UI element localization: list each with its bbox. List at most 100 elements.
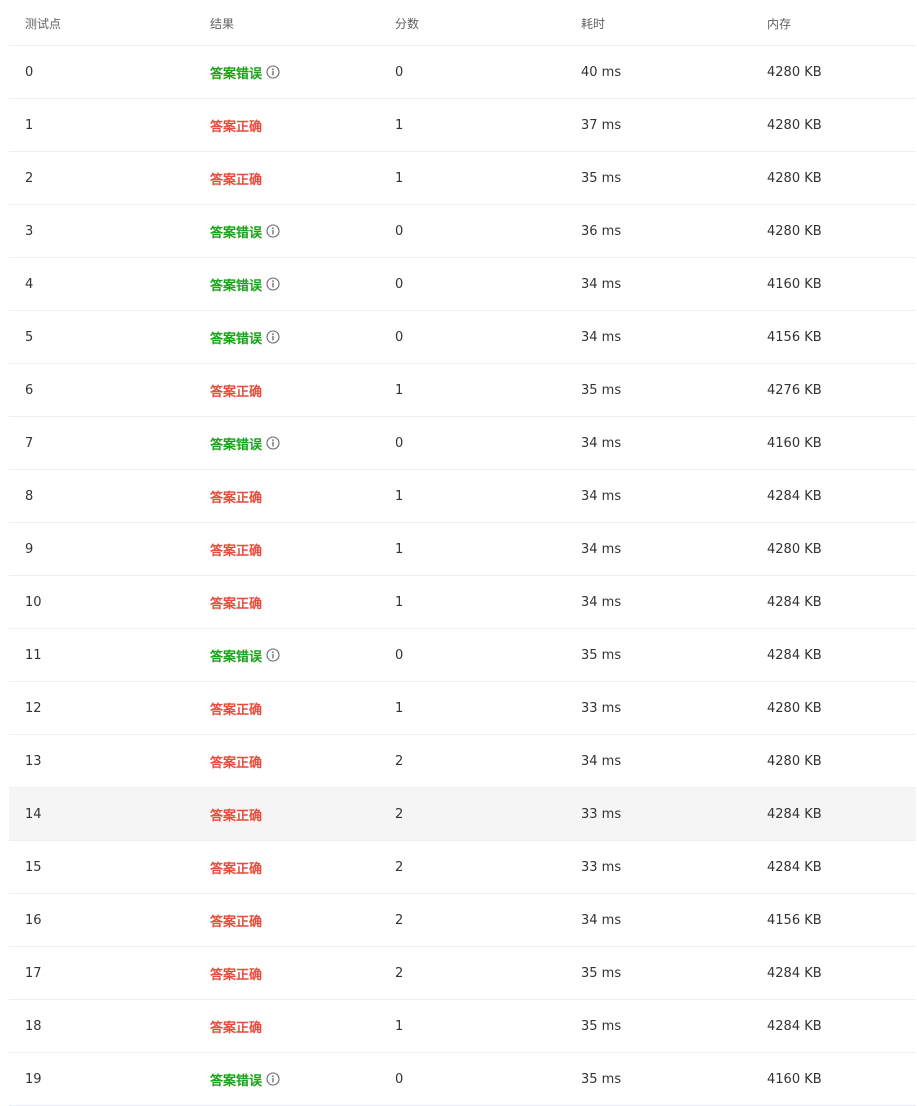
- test-point-id: 1: [25, 117, 34, 133]
- table-row: 6 答案正确 1 35 ms 4276 KB: [9, 364, 916, 417]
- score-cell: 1: [395, 117, 404, 133]
- result-cell: 答案正确: [210, 523, 262, 575]
- memory-cell: 4280 KB: [767, 223, 822, 239]
- table-row: 12 答案正确 1 33 ms 4280 KB: [9, 682, 916, 735]
- status-correct: 答案正确: [210, 119, 263, 135]
- info-icon[interactable]: [266, 65, 280, 79]
- status-correct: 答案正确: [210, 172, 263, 188]
- time-cell: 35 ms: [581, 1071, 622, 1087]
- result-cell: 答案错误: [210, 629, 280, 681]
- score-cell: 2: [395, 965, 404, 981]
- info-icon[interactable]: [266, 1072, 280, 1086]
- test-point-id: 16: [25, 912, 42, 928]
- status-wrong: 答案错误: [210, 278, 263, 294]
- status-wrong: 答案错误: [210, 437, 263, 453]
- result-cell: 答案错误: [210, 1053, 280, 1105]
- table-row: 14 答案正确 2 33 ms 4284 KB: [9, 788, 916, 841]
- result-cell: 答案正确: [210, 947, 262, 999]
- status-correct: 答案正确: [210, 755, 263, 771]
- result-cell: 答案正确: [210, 364, 262, 416]
- status-correct: 答案正确: [210, 1020, 263, 1036]
- memory-cell: 4280 KB: [767, 170, 822, 186]
- result-cell: 答案正确: [210, 788, 262, 840]
- result-cell: 答案错误: [210, 417, 280, 469]
- memory-cell: 4284 KB: [767, 1018, 822, 1034]
- status-correct: 答案正确: [210, 861, 263, 877]
- time-cell: 34 ms: [581, 488, 622, 504]
- status-wrong: 答案错误: [210, 649, 263, 665]
- info-icon[interactable]: [266, 224, 280, 238]
- table-row: 7 答案错误 0 34 ms 4160 KB: [9, 417, 916, 470]
- memory-cell: 4284 KB: [767, 594, 822, 610]
- score-cell: 0: [395, 329, 404, 345]
- status-correct: 答案正确: [210, 967, 263, 983]
- score-cell: 1: [395, 594, 404, 610]
- time-cell: 33 ms: [581, 700, 622, 716]
- memory-cell: 4284 KB: [767, 859, 822, 875]
- table-row: 8 答案正确 1 34 ms 4284 KB: [9, 470, 916, 523]
- info-icon[interactable]: [266, 648, 280, 662]
- memory-cell: 4284 KB: [767, 806, 822, 822]
- score-cell: 1: [395, 170, 404, 186]
- header-result: 结果: [210, 17, 235, 31]
- memory-cell: 4276 KB: [767, 382, 822, 398]
- time-cell: 34 ms: [581, 276, 622, 292]
- test-point-id: 15: [25, 859, 42, 875]
- test-point-id: 19: [25, 1071, 42, 1087]
- memory-cell: 4280 KB: [767, 753, 822, 769]
- test-point-id: 0: [25, 64, 34, 80]
- status-correct: 答案正确: [210, 914, 263, 930]
- test-point-id: 2: [25, 170, 34, 186]
- test-point-id: 14: [25, 806, 42, 822]
- table-row: 9 答案正确 1 34 ms 4280 KB: [9, 523, 916, 576]
- score-cell: 0: [395, 647, 404, 663]
- table-row: 17 答案正确 2 35 ms 4284 KB: [9, 947, 916, 1000]
- memory-cell: 4284 KB: [767, 647, 822, 663]
- memory-cell: 4156 KB: [767, 912, 822, 928]
- info-icon[interactable]: [266, 277, 280, 291]
- score-cell: 0: [395, 223, 404, 239]
- result-cell: 答案正确: [210, 894, 262, 946]
- time-cell: 35 ms: [581, 965, 622, 981]
- status-correct: 答案正确: [210, 702, 263, 718]
- table-row: 18 答案正确 1 35 ms 4284 KB: [9, 1000, 916, 1053]
- status-correct: 答案正确: [210, 808, 263, 824]
- memory-cell: 4280 KB: [767, 64, 822, 80]
- result-cell: 答案正确: [210, 152, 262, 204]
- test-point-id: 4: [25, 276, 34, 292]
- score-cell: 0: [395, 64, 404, 80]
- test-point-id: 7: [25, 435, 34, 451]
- table-row: 0 答案错误 0 40 ms 4280 KB: [9, 46, 916, 99]
- time-cell: 35 ms: [581, 382, 622, 398]
- info-icon[interactable]: [266, 436, 280, 450]
- test-point-id: 5: [25, 329, 34, 345]
- result-cell: 答案错误: [210, 311, 280, 363]
- score-cell: 1: [395, 1018, 404, 1034]
- time-cell: 33 ms: [581, 806, 622, 822]
- test-point-id: 12: [25, 700, 42, 716]
- table-row: 5 答案错误 0 34 ms 4156 KB: [9, 311, 916, 364]
- memory-cell: 4280 KB: [767, 700, 822, 716]
- table-header: 测试点 结果 分数 耗时 内存: [9, 0, 916, 46]
- memory-cell: 4160 KB: [767, 1071, 822, 1087]
- test-point-id: 3: [25, 223, 34, 239]
- info-icon[interactable]: [266, 330, 280, 344]
- score-cell: 0: [395, 435, 404, 451]
- status-correct: 答案正确: [210, 596, 263, 612]
- time-cell: 34 ms: [581, 541, 622, 557]
- score-cell: 1: [395, 700, 404, 716]
- result-cell: 答案正确: [210, 682, 262, 734]
- test-point-id: 8: [25, 488, 34, 504]
- table-row: 13 答案正确 2 34 ms 4280 KB: [9, 735, 916, 788]
- status-wrong: 答案错误: [210, 66, 263, 82]
- result-cell: 答案错误: [210, 46, 280, 98]
- table-row: 3 答案错误 0 36 ms 4280 KB: [9, 205, 916, 258]
- memory-cell: 4160 KB: [767, 435, 822, 451]
- score-cell: 0: [395, 276, 404, 292]
- time-cell: 34 ms: [581, 912, 622, 928]
- time-cell: 40 ms: [581, 64, 622, 80]
- test-point-id: 13: [25, 753, 42, 769]
- table-body: 0 答案错误 0 40 ms 4280 KB 1 答案正确 1 37 ms 4280 KB 2 答案正…: [9, 46, 916, 1106]
- table-row: 10 答案正确 1 34 ms 4284 KB: [9, 576, 916, 629]
- result-cell: 答案正确: [210, 735, 262, 787]
